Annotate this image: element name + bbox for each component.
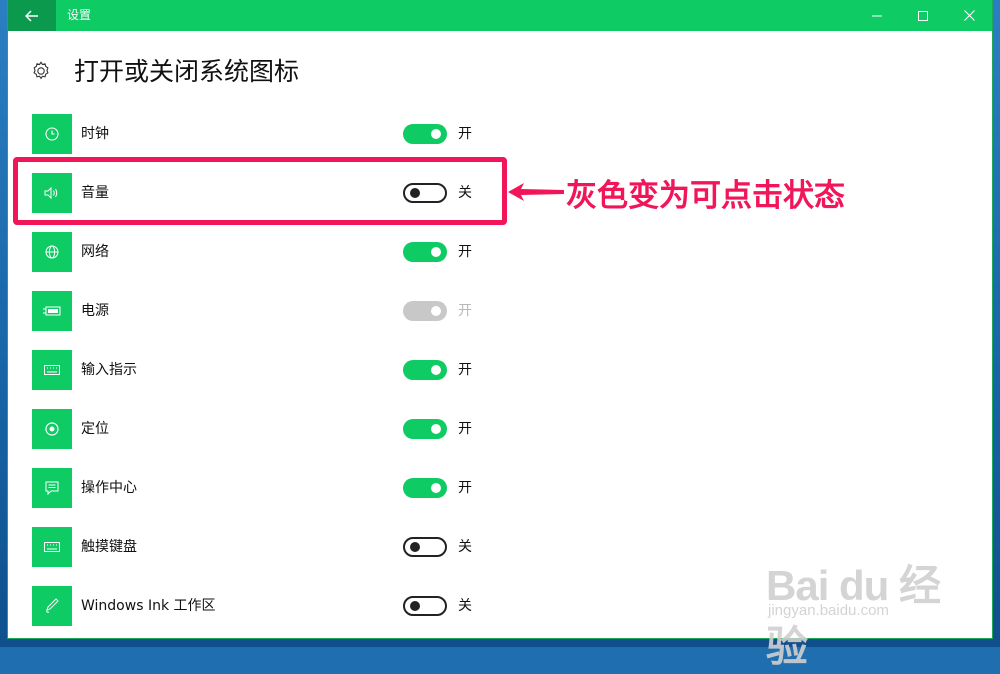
list-item-action-center: 操作中心 开 <box>32 468 492 508</box>
list-item-network: 网络 开 <box>32 232 492 272</box>
close-button[interactable] <box>946 0 992 31</box>
baidu-watermark: Bai du 经验 jingyan.baidu.com <box>766 538 976 670</box>
network-tile <box>32 232 72 272</box>
minimize-icon <box>872 15 882 16</box>
toggle-state: 开 <box>458 303 472 319</box>
item-label: 操作中心 <box>81 480 137 496</box>
item-label: 输入指示 <box>81 362 137 378</box>
minimize-button[interactable] <box>854 0 900 31</box>
back-arrow-icon <box>25 9 38 22</box>
titlebar: 设置 <box>8 0 992 31</box>
power-toggle <box>403 301 447 321</box>
action-center-tile <box>32 468 72 508</box>
power-tile <box>32 291 72 331</box>
touch-keyboard-icon <box>44 542 60 552</box>
clock-icon <box>45 127 59 141</box>
input-indicator-toggle[interactable] <box>403 360 447 380</box>
maximize-icon <box>918 10 928 21</box>
arrow-left-icon <box>508 183 564 201</box>
list-item-location: 定位 开 <box>32 409 492 449</box>
location-tile <box>32 409 72 449</box>
gear-icon <box>33 61 49 80</box>
location-toggle[interactable] <box>403 419 447 439</box>
input-indicator-tile <box>32 350 72 390</box>
windows-ink-toggle[interactable] <box>403 596 447 616</box>
touch-keyboard-toggle[interactable] <box>403 537 447 557</box>
watermark-url: jingyan.baidu.com <box>768 602 889 619</box>
toggle-state: 关 <box>458 539 472 555</box>
list-item-touch-keyboard: 触摸键盘 关 <box>32 527 492 567</box>
item-label: 触摸键盘 <box>81 539 137 555</box>
toggle-state: 开 <box>458 480 472 496</box>
list-item-input-indicator: 输入指示 开 <box>32 350 492 390</box>
network-toggle[interactable] <box>403 242 447 262</box>
toggle-state: 开 <box>458 362 472 378</box>
clock-toggle[interactable] <box>403 124 447 144</box>
back-button[interactable] <box>8 0 56 31</box>
list-item-windows-ink: Windows Ink 工作区 关 <box>32 586 492 626</box>
window-title: 设置 <box>67 8 92 22</box>
toggle-state: 关 <box>458 598 472 614</box>
action-center-toggle[interactable] <box>403 478 447 498</box>
windows-ink-tile <box>32 586 72 626</box>
maximize-button[interactable] <box>900 0 946 31</box>
toggle-state: 开 <box>458 126 472 142</box>
item-label: 时钟 <box>81 126 109 142</box>
list-item-power: 电源 开 <box>32 291 492 331</box>
toggle-state: 开 <box>458 421 472 437</box>
item-label: 电源 <box>81 303 109 319</box>
location-icon <box>45 422 59 436</box>
battery-icon <box>43 306 61 316</box>
highlight-box <box>13 157 507 225</box>
item-label: 定位 <box>81 421 109 437</box>
keyboard-icon <box>44 365 60 375</box>
close-icon <box>963 10 975 21</box>
pen-icon <box>46 598 59 613</box>
toggle-state: 开 <box>458 244 472 260</box>
annotation-text: 灰色变为可点击状态 <box>566 178 845 214</box>
clock-tile <box>32 114 72 154</box>
item-label: 网络 <box>81 244 109 260</box>
list-item-clock: 时钟 开 <box>32 114 492 154</box>
globe-icon <box>45 245 59 259</box>
touch-keyboard-tile <box>32 527 72 567</box>
item-label: Windows Ink 工作区 <box>81 598 216 614</box>
action-center-icon <box>45 481 59 495</box>
page-title: 打开或关闭系统图标 <box>74 57 300 86</box>
